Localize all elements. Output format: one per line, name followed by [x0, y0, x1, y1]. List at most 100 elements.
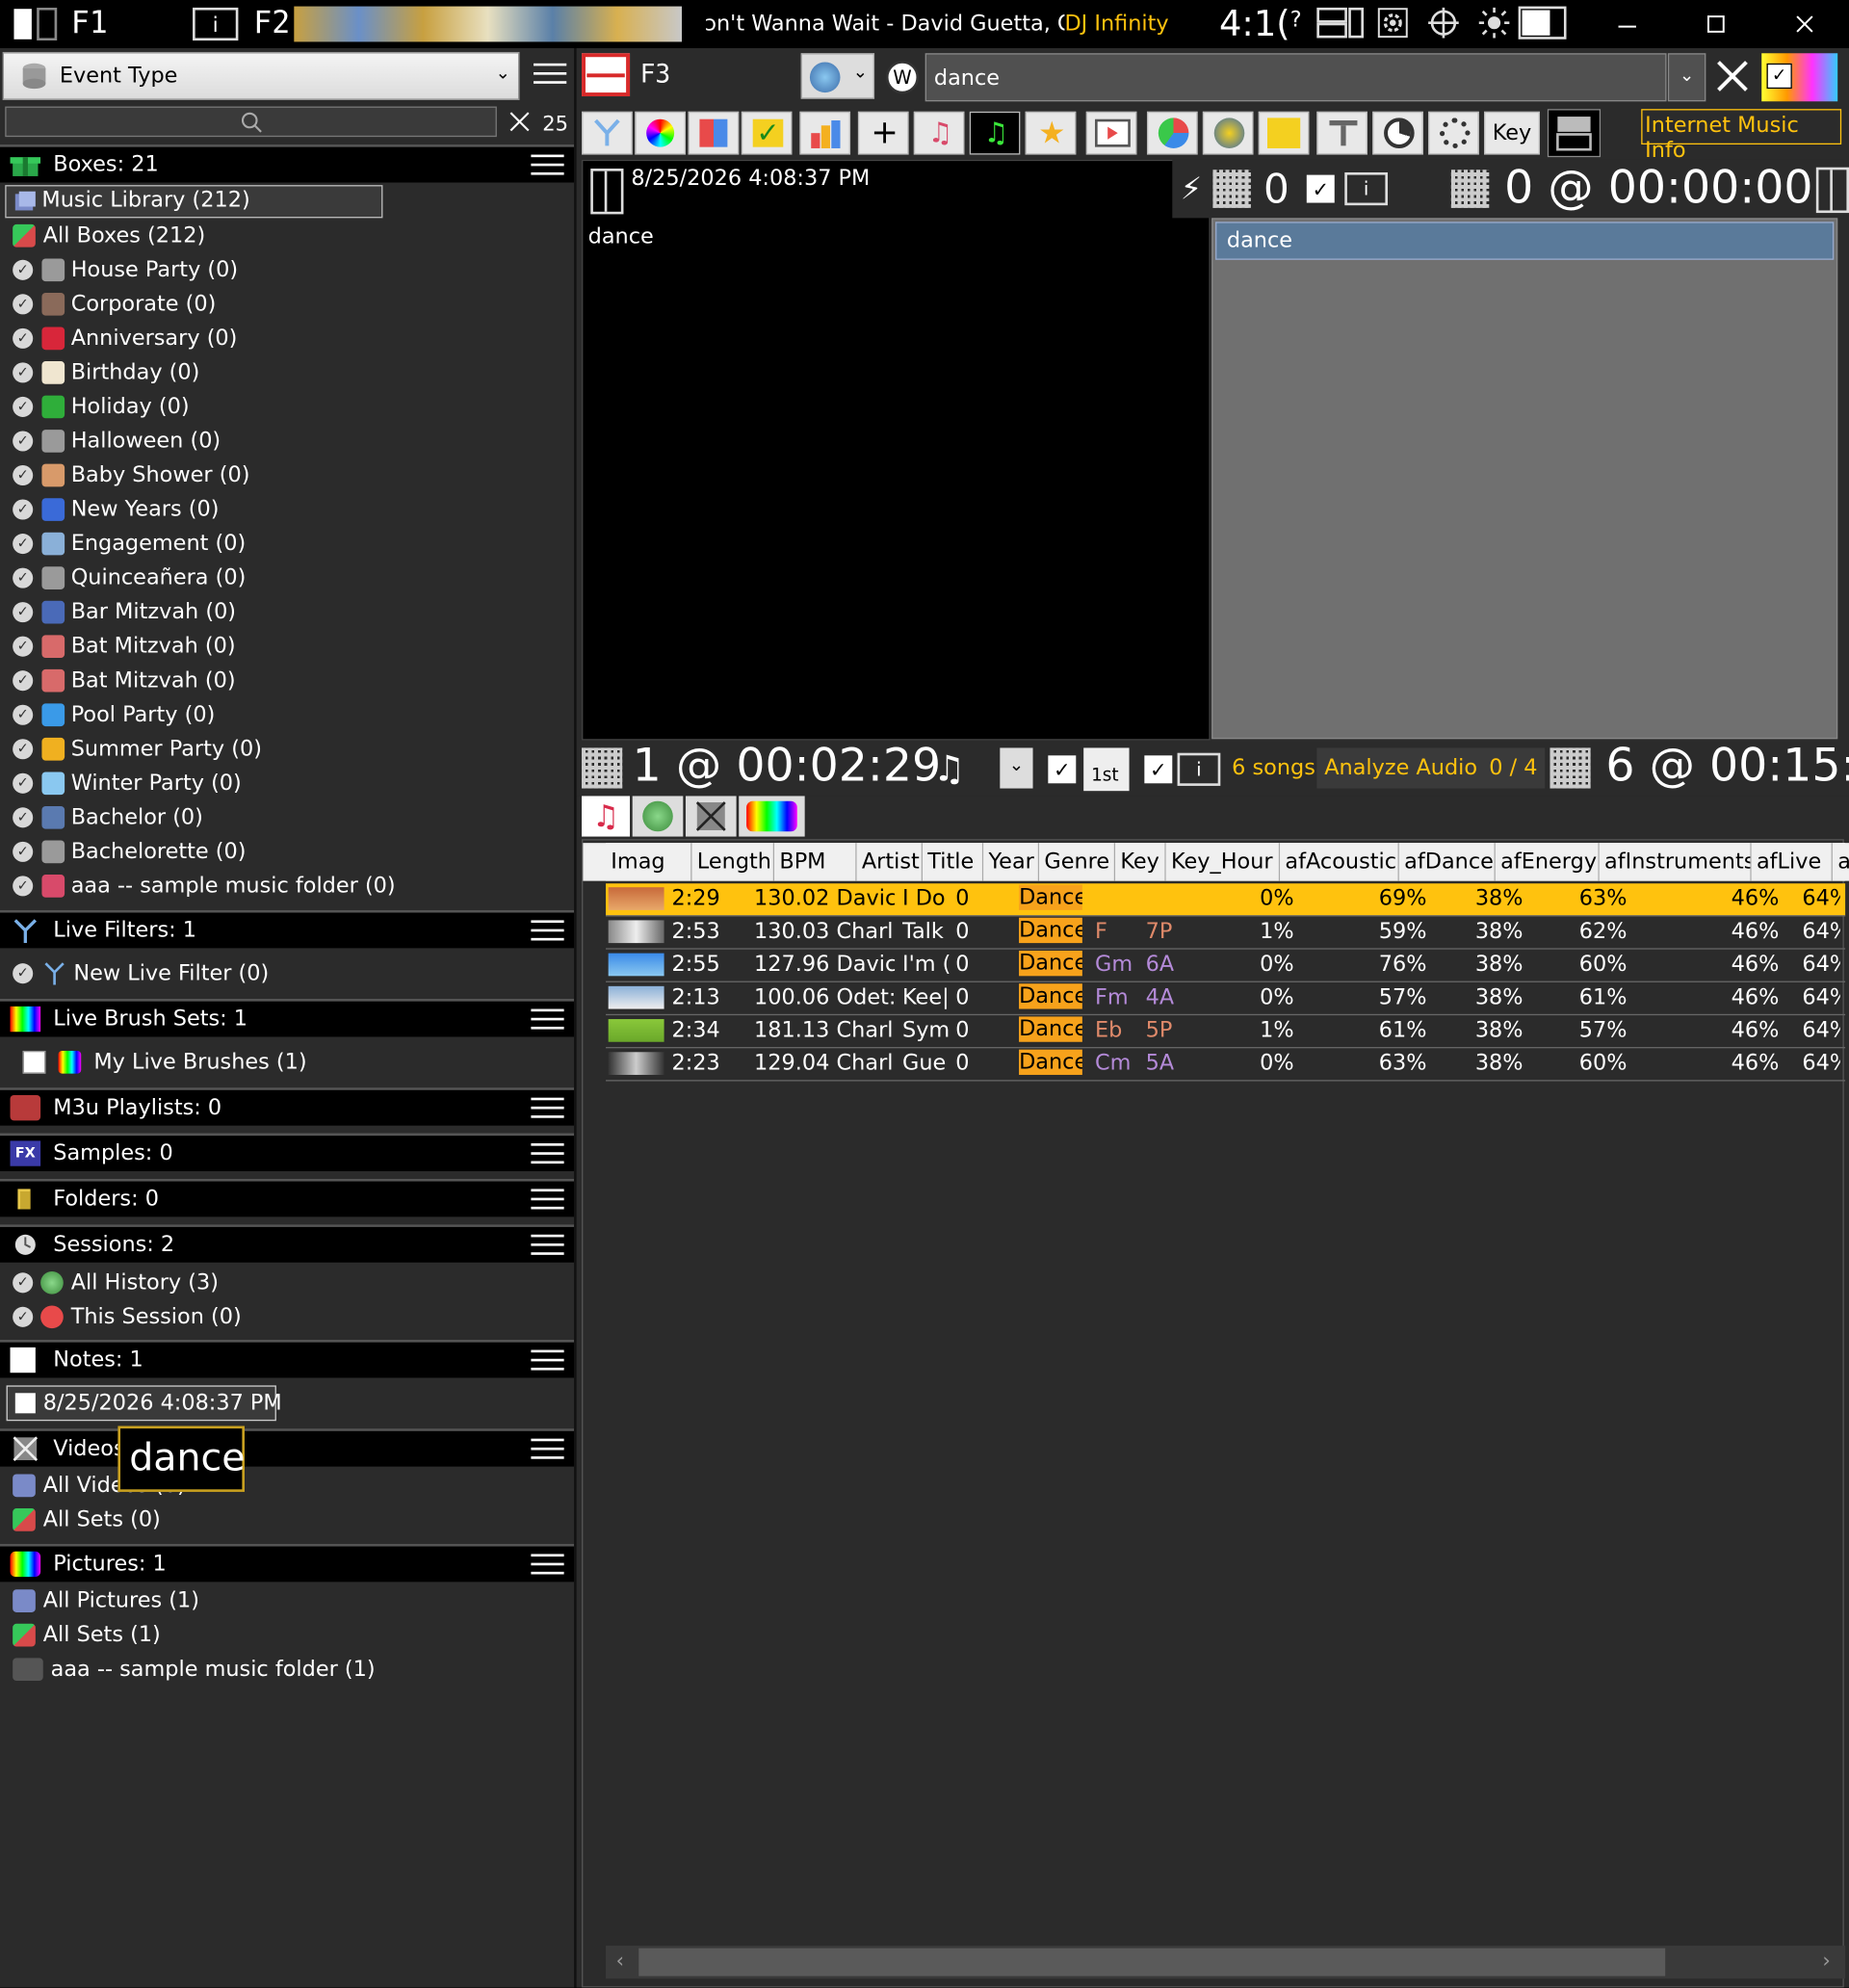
live-filters-menu-icon[interactable] — [531, 920, 564, 941]
filter-tool-button[interactable] — [582, 111, 633, 155]
queue-info-button[interactable]: i — [1344, 171, 1389, 206]
tab-songs[interactable]: ♫ — [582, 796, 631, 837]
table-row[interactable]: 2:53 130.03 Charl Talk 0 Dance F 7P 1% 59% 38% 62% 4… — [606, 916, 1846, 950]
search-history-dropdown[interactable]: ⌄ — [1667, 53, 1706, 102]
folders-section-header[interactable]: Folders: 0 — [0, 1178, 575, 1217]
scroll-right-icon[interactable]: › — [1822, 1949, 1830, 1973]
wikipedia-icon[interactable]: W — [885, 61, 920, 94]
notes-menu-icon[interactable] — [531, 1349, 564, 1371]
music-cursor-icon[interactable]: ♫ — [911, 746, 987, 791]
close-icon[interactable] — [1787, 8, 1823, 40]
column-header[interactable]: Year — [983, 843, 1040, 881]
clear-search-icon[interactable] — [505, 107, 535, 138]
grid-icon[interactable] — [1212, 170, 1251, 208]
color-wheel-button[interactable] — [635, 111, 686, 155]
brightness-icon[interactable] — [1475, 5, 1513, 40]
pictures-section-header[interactable]: Pictures: 1 — [0, 1543, 575, 1583]
table-row[interactable]: 2:34 181.13 Charl Sym 0 Dance Eb 5P 1% 61% 38% 57% 4… — [606, 1015, 1846, 1049]
grid-icon[interactable] — [1450, 170, 1490, 208]
folders-menu-icon[interactable] — [531, 1189, 564, 1210]
column-header[interactable]: Length — [691, 843, 775, 881]
queue-item[interactable]: dance — [1215, 222, 1835, 260]
column-header[interactable]: afInstruments — [1599, 843, 1752, 881]
scroll-left-icon[interactable]: ‹ — [616, 1949, 624, 1973]
queue-checkbox[interactable]: ✓ — [1306, 174, 1335, 203]
chevron-down-icon[interactable]: ⌄ — [1000, 747, 1033, 789]
panel-layout-icon[interactable] — [1315, 5, 1367, 40]
table-row[interactable]: 2:23 129.04 Charl Gue 0 Dance Cm 5A 0% 63% 38% 60% 4… — [606, 1048, 1846, 1082]
column-header[interactable]: Key — [1115, 843, 1166, 881]
key-button[interactable]: Key — [1484, 111, 1540, 155]
horizontal-scrollbar[interactable]: ‹ › — [606, 1946, 1846, 1979]
maximize-icon[interactable] — [1698, 8, 1733, 40]
pictures-menu-icon[interactable] — [531, 1554, 564, 1575]
tab-pictures[interactable] — [739, 796, 805, 837]
video-button[interactable] — [1085, 111, 1137, 155]
help-button[interactable]: ? — [1290, 8, 1302, 33]
f3-button[interactable]: F3 — [640, 59, 671, 90]
event-type-dropdown[interactable]: Event Type ⌄ — [2, 51, 520, 100]
sessions-section-header[interactable]: Sessions: 2 — [0, 1224, 575, 1263]
minimize-icon[interactable] — [1609, 8, 1645, 40]
yellow-note-button[interactable] — [1258, 111, 1310, 155]
music-green-button[interactable]: ♫ — [969, 111, 1021, 155]
music-note-button[interactable]: ♫ — [913, 111, 965, 155]
boxes-menu-icon[interactable] — [531, 154, 564, 175]
videos-menu-icon[interactable] — [531, 1438, 564, 1459]
samples-section-header[interactable]: FX Samples: 0 — [0, 1133, 575, 1171]
web-music-button[interactable] — [1202, 111, 1254, 155]
settings-gear-icon[interactable] — [1374, 5, 1412, 40]
internet-music-info-button[interactable]: Internet Music Info — [1641, 109, 1842, 164]
live-brush-section-header[interactable]: Live Brush Sets: 1 — [0, 999, 575, 1037]
videos-section-header[interactable]: Videos — [0, 1428, 575, 1467]
analyze-audio-button[interactable]: Analyze Audio 0 / 4 — [1316, 747, 1546, 789]
source-dropdown[interactable]: ⌄ — [800, 53, 875, 99]
table-row[interactable]: 2:29 130.02 Davic I Do 0 Dance 0% 69% 38% 63% 46% 6… — [606, 883, 1846, 917]
theme-toggle-icon[interactable] — [1518, 5, 1567, 40]
column-header[interactable]: BPM — [774, 843, 857, 881]
info-checkbox[interactable]: ✓ — [1144, 755, 1173, 784]
column-header[interactable]: afEnergy — [1495, 843, 1600, 881]
queue-list[interactable]: dance — [1211, 218, 1838, 740]
note-pin-icon[interactable] — [590, 169, 624, 215]
add-button[interactable]: + — [857, 111, 909, 155]
f1-button[interactable]: F1 — [71, 5, 108, 40]
m3u-section-header[interactable]: M3u Playlists: 0 — [0, 1087, 575, 1126]
layout-toggle-icon[interactable] — [13, 7, 64, 41]
live-brush-menu-icon[interactable] — [531, 1008, 564, 1030]
table-row[interactable]: 2:55 127.96 Davic I'm (0 Dance Gm 6A 0% 76% 38% 60… — [606, 950, 1846, 982]
column-header[interactable]: afAcoustic — [1280, 843, 1399, 881]
column-header[interactable]: Title — [923, 843, 984, 881]
queue-pin-icon[interactable] — [1815, 167, 1849, 214]
info-button[interactable]: i — [193, 7, 239, 41]
red-panel-toggle-icon[interactable] — [582, 53, 631, 97]
grid-icon[interactable] — [1550, 747, 1591, 789]
palette-button[interactable] — [688, 111, 740, 155]
globe-chart-button[interactable] — [1146, 111, 1198, 155]
chart-button[interactable] — [799, 111, 851, 155]
live-filters-section-header[interactable]: Live Filters: 1 — [0, 909, 575, 949]
loading-button[interactable] — [1428, 111, 1479, 155]
checkmark-button[interactable]: ✓ — [741, 111, 793, 155]
chevron-down-icon[interactable]: ⌄ — [496, 64, 510, 84]
sessions-menu-icon[interactable] — [531, 1234, 564, 1255]
note-editor[interactable]: 8/25/2026 4:08:37 PM dance — [582, 159, 1211, 741]
brush-checkbox[interactable] — [22, 1050, 46, 1074]
boxes-section-header[interactable]: Boxes: 21 — [0, 144, 575, 183]
samples-menu-icon[interactable] — [531, 1143, 564, 1164]
star-button[interactable]: ★ — [1025, 111, 1077, 155]
note-item[interactable]: 8/25/2026 4:08:37 PM — [6, 1385, 282, 1422]
split-view-button[interactable] — [1547, 109, 1602, 158]
music-library-item[interactable]: Music Library (212) — [5, 185, 383, 219]
timer-button[interactable] — [1372, 111, 1423, 155]
column-header[interactable]: Genre — [1039, 843, 1116, 881]
crosshair-icon[interactable] — [1424, 5, 1462, 40]
table-row[interactable]: 2:13 100.06 Odet: Kee| 0 Dance Fm 4A 0% 57% 38% 61%… — [606, 982, 1846, 1016]
waveform-display[interactable] — [294, 6, 683, 42]
tab-videos[interactable] — [685, 796, 737, 837]
clear-search-icon[interactable] — [1712, 56, 1753, 96]
column-header[interactable]: Artist — [856, 843, 924, 881]
column-header[interactable]: afLive — [1751, 843, 1833, 881]
left-menu-icon[interactable] — [534, 63, 567, 84]
column-header[interactable]: Key_Hour — [1165, 843, 1281, 881]
